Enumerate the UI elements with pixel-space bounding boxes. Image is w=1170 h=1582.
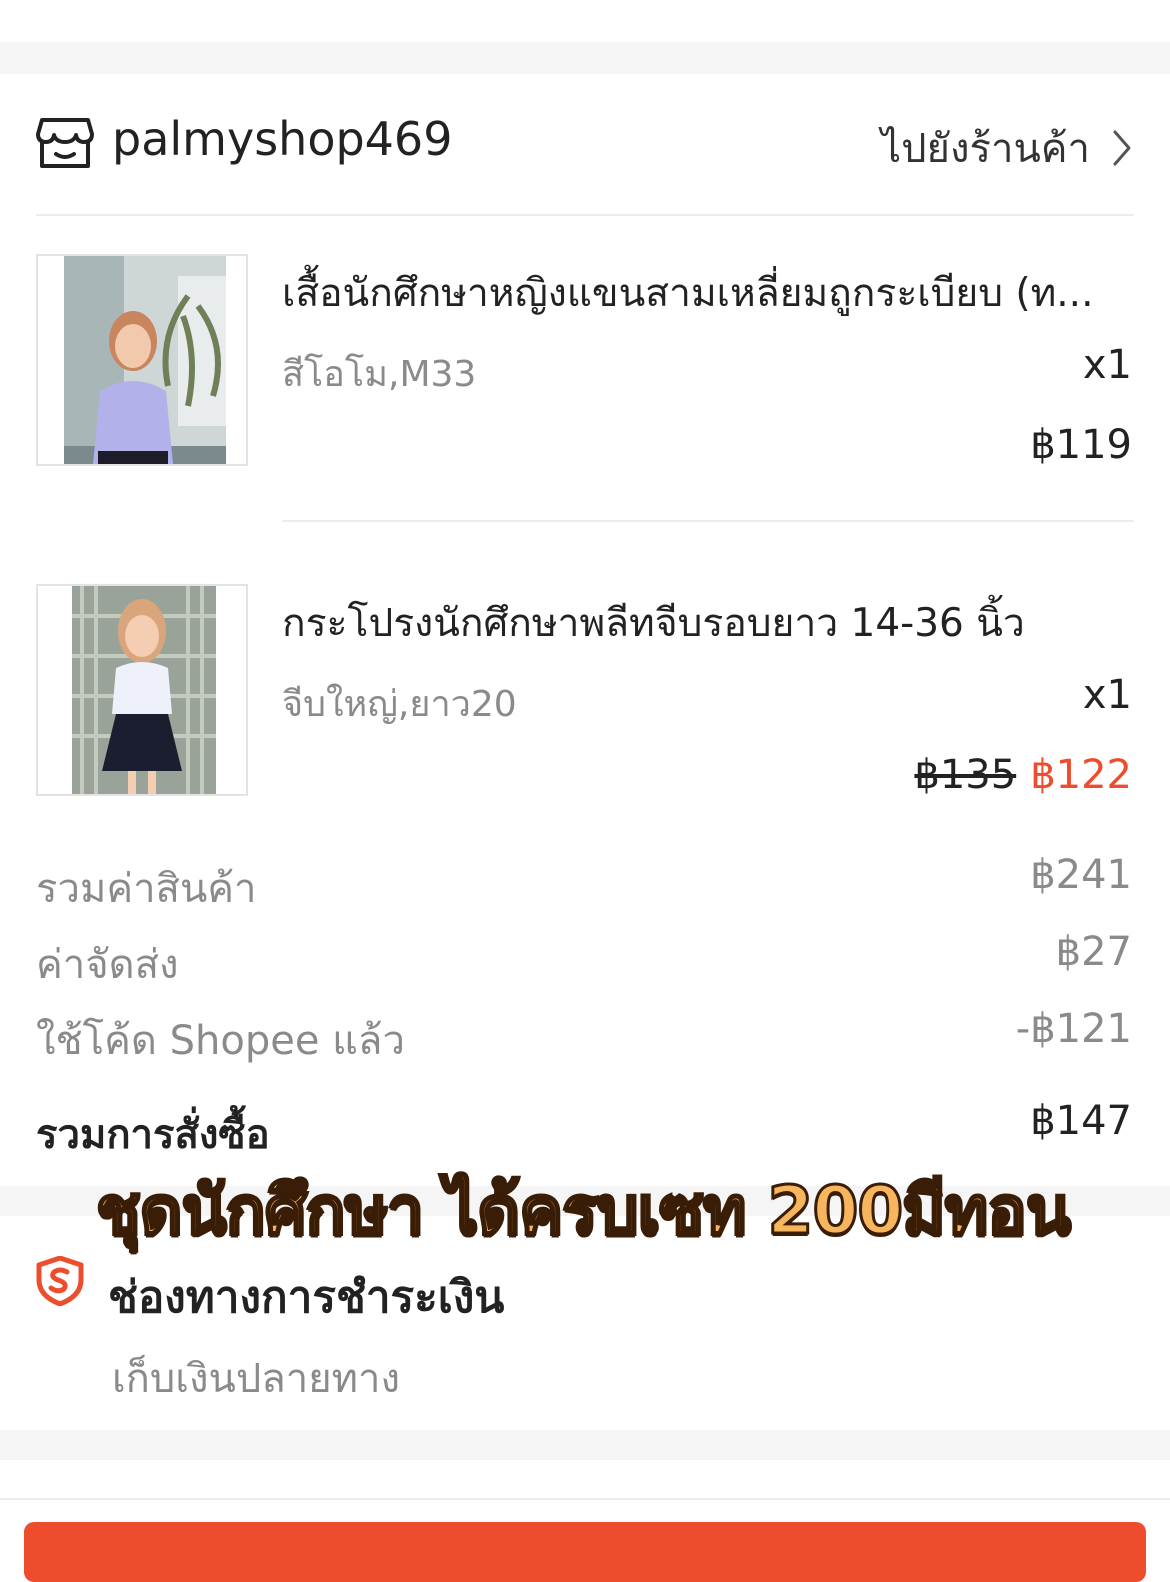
shopee-shield-icon [36, 1255, 84, 1307]
section-gap [0, 42, 1170, 74]
overlay-caption: ชุดนักศึกษา ได้ครบเซท 200มีทอน [94, 1171, 1072, 1251]
payment-method-title: ช่องทางการชำระเงิน [108, 1272, 505, 1323]
shipping-label: ค่าจัดส่ง [36, 942, 179, 988]
product-variant: จีบใหญ่,ยาว20 [282, 684, 517, 725]
divider [36, 214, 1134, 216]
subtotal-value: ฿241 [1030, 852, 1132, 898]
product-title[interactable]: เสื้อนักศึกษาหญิงแขนสามเหลี่ยมถูกระเบียบ… [282, 262, 1122, 324]
place-order-button[interactable] [24, 1522, 1146, 1582]
product-price: ฿135 ฿122 [914, 752, 1132, 798]
shop-name[interactable]: palmyshop469 [112, 112, 452, 166]
product-title[interactable]: กระโปรงนักศึกษาพลีทจีบรอบยาว 14-36 นิ้ว [282, 592, 1122, 654]
original-price: ฿135 [914, 752, 1017, 798]
product-quantity: x1 [1082, 342, 1132, 388]
go-to-shop-label: ไปยังร้านค้า [881, 126, 1090, 172]
divider [282, 520, 1134, 522]
subtotal-label: รวมค่าสินค้า [36, 866, 257, 912]
chevron-right-icon [1113, 130, 1131, 166]
payment-method-value[interactable]: เก็บเงินปลายทาง [112, 1346, 400, 1410]
voucher-value: -฿121 [1015, 1006, 1132, 1052]
shipping-value: ฿27 [1055, 929, 1132, 975]
product-quantity: x1 [1082, 672, 1132, 718]
voucher-label: ใช้โค้ด Shopee แล้ว [36, 1018, 405, 1064]
store-icon [36, 116, 94, 170]
order-total-value: ฿147 [1030, 1098, 1132, 1144]
product-variant: สีโอโม,M33 [282, 354, 477, 395]
product-image-blouse[interactable] [36, 254, 248, 466]
order-total-label: รวมการสั่งซื้อ [36, 1112, 270, 1158]
section-gap [0, 1430, 1170, 1460]
go-to-shop-link[interactable]: ไปยังร้านค้า [881, 116, 1132, 180]
product-image-skirt[interactable] [36, 584, 248, 796]
bottom-bar-border [0, 1498, 1170, 1500]
discounted-price: ฿122 [1030, 752, 1132, 798]
product-price: ฿119 [1030, 422, 1132, 468]
